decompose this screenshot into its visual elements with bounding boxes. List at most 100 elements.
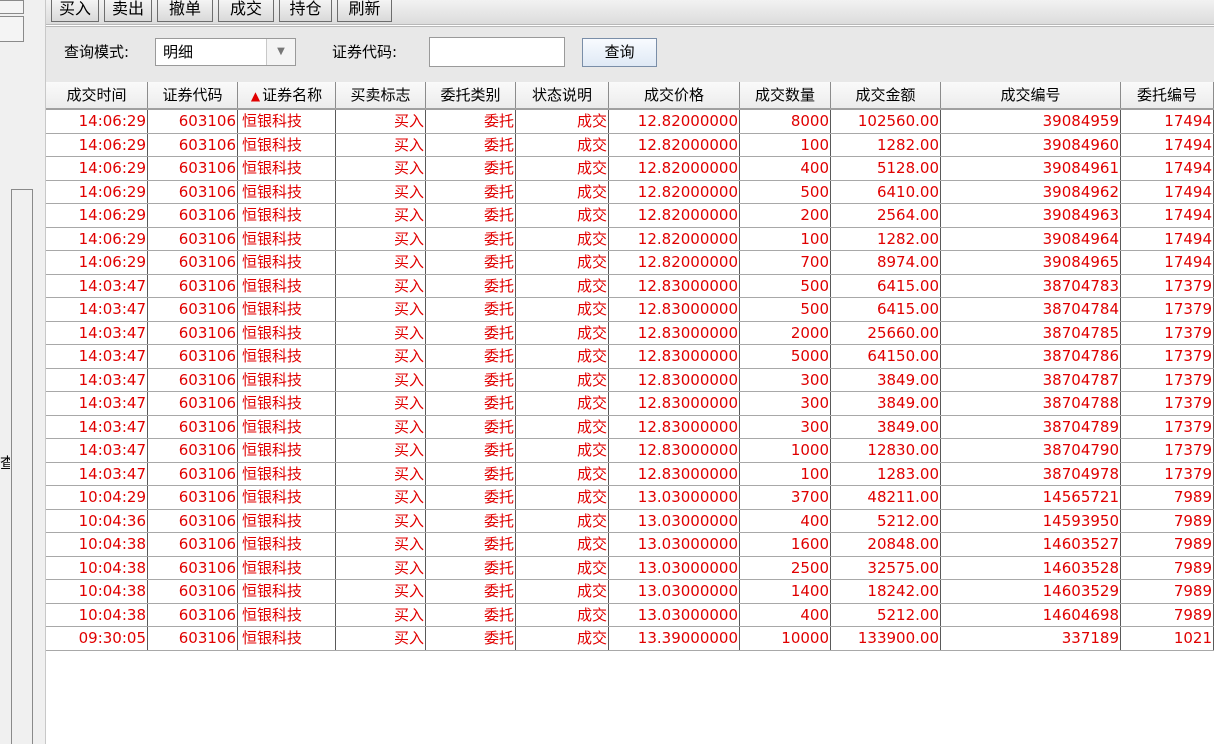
cell-trade-quantity: 10000 [740,627,831,650]
table-row[interactable]: 09:30:05 603106 恒银科技 买入 委托 成交 13.39000000 10000… [46,627,1214,651]
table-row[interactable]: 14:03:47 603106 恒银科技 买入 委托 成交 12.83000000 2000 2… [46,321,1214,345]
cell-trade-amount: 25660.00 [831,321,941,344]
table-row[interactable]: 10:04:38 603106 恒银科技 买入 委托 成交 13.03000000 1400 1… [46,580,1214,604]
cell-trade-time: 09:30:05 [46,627,148,650]
cell-status: 成交 [516,298,609,321]
cell-trade-quantity: 700 [740,251,831,274]
buy-button[interactable]: 买入 [51,0,99,22]
cell-status: 成交 [516,345,609,368]
cell-status: 成交 [516,204,609,227]
column-header-trade-time[interactable]: 成交时间 [46,82,148,108]
cell-buy-sell-flag: 买入 [336,627,426,650]
column-header-label: 证券名称 [262,86,323,104]
cell-trade-amount: 5212.00 [831,603,941,626]
cell-trade-number: 14593950 [941,509,1121,532]
cell-trade-price: 13.03000000 [609,580,740,603]
refresh-button[interactable]: 刷新 [337,0,392,22]
cell-trade-price: 12.82000000 [609,133,740,156]
cell-security-name: 恒银科技 [238,298,336,321]
cell-trade-price: 12.83000000 [609,462,740,485]
column-header-label: 委托类别 [440,86,501,104]
cell-order-type: 委托 [426,204,516,227]
left-panel-button[interactable] [0,16,24,42]
table-row[interactable]: 10:04:38 603106 恒银科技 买入 委托 成交 13.03000000 2500 3… [46,556,1214,580]
table-row[interactable]: 14:06:29 603106 恒银科技 买入 委托 成交 12.82000000 100 12… [46,133,1214,157]
query-button[interactable]: 查询 [582,38,657,67]
cell-trade-amount: 32575.00 [831,556,941,579]
cell-trade-quantity: 100 [740,227,831,250]
table-row[interactable]: 14:06:29 603106 恒银科技 买入 委托 成交 12.82000000 700 89… [46,251,1214,275]
cell-security-name: 恒银科技 [238,556,336,579]
cell-trade-price: 13.03000000 [609,603,740,626]
cell-security-name: 恒银科技 [238,133,336,156]
cell-security-name: 恒银科技 [238,274,336,297]
table-row[interactable]: 14:03:47 603106 恒银科技 买入 委托 成交 12.83000000 300 38… [46,368,1214,392]
table-row[interactable]: 14:03:47 603106 恒银科技 买入 委托 成交 12.83000000 5000 6… [46,345,1214,369]
table-row[interactable]: 14:03:47 603106 恒银科技 买入 委托 成交 12.83000000 500 64… [46,274,1214,298]
cell-trade-price: 12.83000000 [609,321,740,344]
cell-trade-time: 10:04:38 [46,556,148,579]
table-row[interactable]: 14:03:47 603106 恒银科技 买入 委托 成交 12.83000000 300 38… [46,415,1214,439]
left-panel-button[interactable] [0,0,24,14]
table-row[interactable]: 14:06:29 603106 恒银科技 买入 委托 成交 12.82000000 100 12… [46,227,1214,251]
cell-trade-quantity: 500 [740,298,831,321]
cell-order-type: 委托 [426,439,516,462]
cell-status: 成交 [516,392,609,415]
cell-status: 成交 [516,627,609,650]
cell-security-name: 恒银科技 [238,251,336,274]
table-row[interactable]: 10:04:29 603106 恒银科技 买入 委托 成交 13.03000000 3700 4… [46,486,1214,510]
column-header-security-name[interactable]: ▲ 证券名称 [238,82,336,108]
cell-security-name: 恒银科技 [238,486,336,509]
cell-trade-amount: 6410.00 [831,180,941,203]
cell-order-number: 17379 [1121,368,1214,391]
cell-security-code: 603106 [148,204,238,227]
sell-button[interactable]: 卖出 [104,0,152,22]
cell-trade-quantity: 400 [740,509,831,532]
mode-select[interactable]: 明细 ▼ [155,38,296,66]
cell-security-name: 恒银科技 [238,533,336,556]
cell-order-number: 7989 [1121,486,1214,509]
table-row[interactable]: 10:04:36 603106 恒银科技 买入 委托 成交 13.03000000 400 52… [46,509,1214,533]
mode-label: 查询模式: [64,43,130,61]
column-header-label: 委托编号 [1136,86,1197,104]
cell-security-name: 恒银科技 [238,345,336,368]
cell-security-code: 603106 [148,509,238,532]
trades-button[interactable]: 成交 [218,0,274,22]
table-row[interactable]: 14:03:47 603106 恒银科技 买入 委托 成交 12.83000000 300 38… [46,392,1214,416]
column-header-order-number[interactable]: 委托编号 [1121,82,1214,108]
table-row[interactable]: 14:03:47 603106 恒银科技 买入 委托 成交 12.83000000 500 64… [46,298,1214,322]
column-header-security-code[interactable]: 证券代码 [148,82,238,108]
cell-status: 成交 [516,439,609,462]
table-row[interactable]: 14:06:29 603106 恒银科技 买入 委托 成交 12.82000000 400 51… [46,157,1214,181]
column-header-order-type[interactable]: 委托类别 [426,82,516,108]
column-header-trade-number[interactable]: 成交编号 [941,82,1121,108]
table-row[interactable]: 14:03:47 603106 恒银科技 买入 委托 成交 12.83000000 100 12… [46,462,1214,486]
cell-trade-price: 12.82000000 [609,110,740,133]
chevron-down-icon[interactable]: ▼ [266,39,295,65]
cell-status: 成交 [516,157,609,180]
cell-order-type: 委托 [426,486,516,509]
column-header-buy-sell-flag[interactable]: 买卖标志 [336,82,426,108]
table-row[interactable]: 10:04:38 603106 恒银科技 买入 委托 成交 13.03000000 400 52… [46,603,1214,627]
table-row[interactable]: 14:06:29 603106 恒银科技 买入 委托 成交 12.82000000 500 64… [46,180,1214,204]
positions-button[interactable]: 持仓 [279,0,332,22]
cell-security-name: 恒银科技 [238,627,336,650]
table-row[interactable]: 14:06:29 603106 恒银科技 买入 委托 成交 12.82000000 200 25… [46,204,1214,228]
cell-trade-amount: 133900.00 [831,627,941,650]
table-row[interactable]: 14:03:47 603106 恒银科技 买入 委托 成交 12.83000000 1000 1… [46,439,1214,463]
column-header-status[interactable]: 状态说明 [516,82,609,108]
cell-order-number: 17379 [1121,462,1214,485]
cell-trade-amount: 3849.00 [831,392,941,415]
table-row[interactable]: 10:04:38 603106 恒银科技 买入 委托 成交 13.03000000 1600 2… [46,533,1214,557]
cell-order-type: 委托 [426,462,516,485]
table-row[interactable]: 14:06:29 603106 恒银科技 买入 委托 成交 12.82000000 8000 1… [46,110,1214,134]
cell-trade-amount: 8974.00 [831,251,941,274]
cell-trade-number: 38704787 [941,368,1121,391]
cancel-order-button[interactable]: 撤单 [157,0,213,22]
security-code-input[interactable] [429,37,565,67]
column-header-trade-amount[interactable]: 成交金额 [831,82,941,108]
column-header-trade-price[interactable]: 成交价格 [609,82,740,108]
cell-trade-price: 12.83000000 [609,439,740,462]
column-header-trade-quantity[interactable]: 成交数量 [740,82,831,108]
cell-order-type: 委托 [426,133,516,156]
